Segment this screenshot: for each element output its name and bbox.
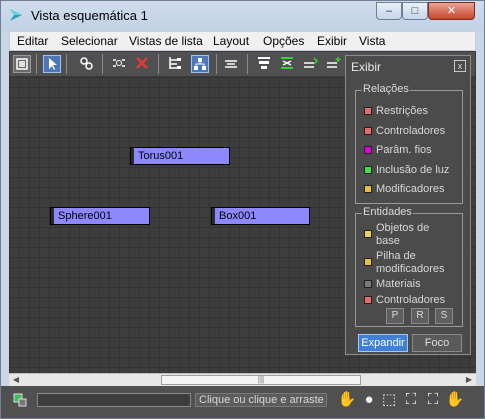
entity-label-line2: modificadores — [376, 263, 445, 275]
menu-opcoes[interactable]: Opções — [263, 34, 304, 48]
status-field[interactable] — [37, 393, 191, 407]
align-center-icon — [281, 57, 293, 69]
toolbar-separator — [158, 54, 159, 74]
collapse-icon — [304, 57, 319, 68]
color-swatch — [364, 166, 372, 174]
move-children-icon — [225, 60, 237, 68]
display-floater-icon — [16, 58, 28, 70]
hierarchy-mode-button[interactable] — [167, 55, 185, 73]
minimize-button[interactable]: – — [376, 2, 402, 20]
menu-bar: Editar Selecionar Vistas de lista Layout… — [9, 31, 476, 51]
align-top-button[interactable] — [256, 55, 274, 73]
display-panel-close-button[interactable]: x — [454, 60, 466, 72]
relation-label: Parâm. fios — [376, 144, 432, 156]
entity-label-line1: Controladores — [376, 294, 446, 306]
toolbar-separator — [216, 54, 217, 74]
zoom-icon[interactable]: ● — [359, 390, 379, 410]
color-swatch — [364, 107, 372, 115]
select-arrow-icon — [49, 58, 57, 70]
color-swatch — [364, 296, 372, 304]
delete-button[interactable] — [134, 55, 152, 73]
display-floater-button[interactable] — [13, 55, 31, 73]
menu-exibir[interactable]: Exibir — [317, 34, 347, 48]
status-bar: Clique ou clique e arraste p ✋ ● ⬚ ⛶ ⛶ ✋ — [1, 386, 484, 418]
expand-icon — [327, 57, 341, 68]
app-logo-icon — [10, 9, 22, 21]
s-button[interactable]: S — [435, 308, 453, 324]
expand-toggle-button[interactable]: Expandir — [358, 334, 408, 352]
scroll-thumb[interactable]: ||| — [161, 375, 361, 385]
pan-hand-icon[interactable]: ✋ — [445, 390, 465, 410]
focus-toggle-button[interactable]: Foco — [412, 334, 462, 352]
zoom-extents-icon[interactable]: ⛶ — [401, 390, 421, 410]
link-icon — [80, 57, 93, 70]
menu-layout[interactable]: Layout — [213, 34, 249, 48]
entity-label-line1: Pilha de — [376, 250, 416, 262]
relation-label: Modificadores — [376, 183, 445, 195]
node-sphere[interactable]: Sphere001 — [50, 207, 150, 225]
entity-label-line1: Objetos de — [376, 222, 430, 234]
pan-icon[interactable]: ✋ — [337, 390, 357, 410]
entities-group-label: Entidades — [362, 206, 413, 218]
menu-vista[interactable]: Vista — [359, 34, 385, 48]
zoom-region-icon[interactable]: ⬚ — [379, 390, 399, 410]
relation-label: Restrições — [376, 105, 428, 117]
color-swatch — [364, 230, 372, 238]
hierarchy-icon — [169, 57, 181, 69]
menu-selecionar[interactable]: Selecionar — [61, 34, 118, 48]
toolbar-separator — [102, 54, 103, 74]
color-swatch — [364, 280, 372, 288]
p-button[interactable]: P — [386, 308, 404, 324]
align-top-icon — [258, 57, 270, 69]
toolbar-separator — [36, 54, 37, 74]
window-title: Vista esquemática 1 — [31, 8, 148, 23]
relations-group-label: Relações — [362, 83, 410, 95]
references-mode-button[interactable] — [191, 55, 209, 73]
menu-editar[interactable]: Editar — [17, 34, 48, 48]
title-bar[interactable]: Vista esquemática 1 – □ ✕ — [1, 1, 484, 31]
node-torus[interactable]: Torus001 — [130, 147, 230, 165]
relation-label: Inclusão de luz — [376, 164, 450, 176]
maximize-button[interactable]: □ — [402, 2, 428, 20]
menu-vistas-de-lista[interactable]: Vistas de lista — [129, 34, 203, 48]
display-panel-title: Exibir — [351, 60, 382, 74]
select-button[interactable] — [43, 55, 61, 73]
entity-label-line2: base — [376, 235, 400, 247]
status-left-icon[interactable] — [13, 393, 27, 407]
delete-x-icon — [136, 57, 148, 69]
align-center-button[interactable] — [279, 55, 297, 73]
entity-label-line1: Materiais — [376, 278, 421, 290]
expand-button[interactable] — [325, 55, 343, 73]
zoom-selected-icon[interactable]: ⛶ — [423, 390, 443, 410]
relations-group: Relações Restrições Controladores Parâm.… — [355, 83, 463, 204]
node-box[interactable]: Box001 — [211, 207, 310, 225]
close-button[interactable]: ✕ — [428, 2, 475, 20]
references-icon — [194, 58, 206, 70]
scroll-left-arrow-icon[interactable]: ◀ — [9, 374, 23, 386]
r-button[interactable]: R — [411, 308, 429, 324]
color-swatch — [364, 146, 372, 154]
unlink-icon — [113, 59, 125, 67]
unlink-selected-button[interactable] — [111, 55, 129, 73]
status-prompt: Clique ou clique e arraste p — [195, 393, 327, 407]
horizontal-scrollbar[interactable]: ◀ ||| ▶ — [9, 373, 476, 386]
move-children-button[interactable] — [223, 55, 241, 73]
relation-label: Controladores — [376, 125, 446, 137]
display-panel: Exibir x Relações Restrições Controlador… — [345, 55, 471, 355]
toolbar-separator — [66, 54, 67, 74]
color-swatch — [364, 127, 372, 135]
scroll-right-arrow-icon[interactable]: ▶ — [462, 374, 476, 386]
entities-group: Entidades Objetos de base Pilha de modific… — [355, 206, 463, 327]
collapse-button[interactable] — [302, 55, 320, 73]
color-swatch — [364, 185, 372, 193]
toolbar-separator — [247, 54, 248, 74]
connect-button[interactable] — [78, 55, 96, 73]
color-swatch — [364, 258, 372, 266]
schematic-view-window: Vista esquemática 1 – □ ✕ Editar Selecio… — [0, 0, 485, 419]
